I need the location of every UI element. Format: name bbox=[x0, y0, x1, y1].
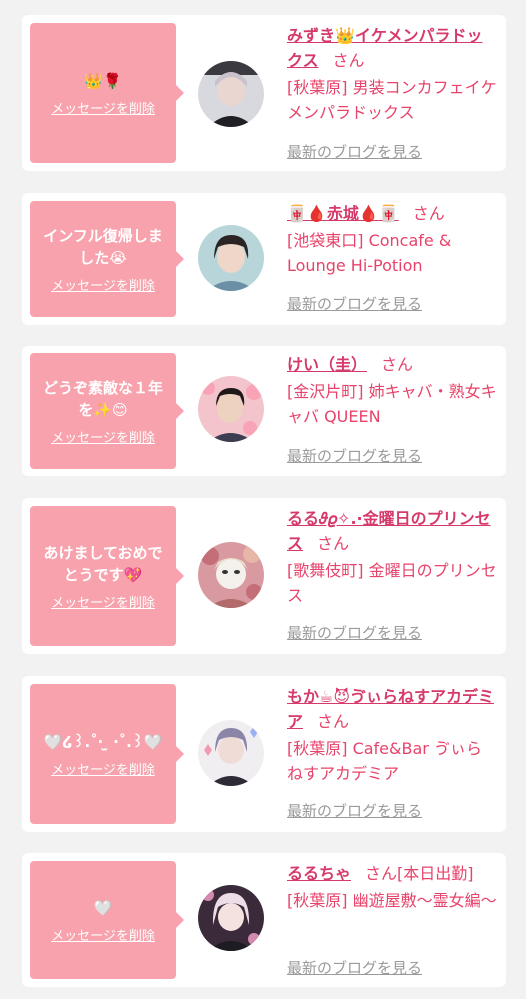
delete-message-link[interactable]: メッセージを削除 bbox=[51, 759, 155, 778]
shop-info: [秋葉原] 男装コンカフェイケメンパラドックス bbox=[287, 78, 497, 122]
message-card: どうぞ素敵な１年を✨😊 メッセージを削除 けい（圭） さん [金沢片町] 姉キャバ… bbox=[22, 346, 506, 476]
latest-blog-link[interactable]: 最新のブログを見る bbox=[287, 800, 422, 821]
avatar-photo-icon bbox=[198, 61, 264, 127]
message-text: インフル復帰しました😭 bbox=[43, 226, 163, 267]
delete-message-link[interactable]: メッセージを削除 bbox=[51, 925, 155, 944]
avatar[interactable] bbox=[198, 542, 264, 608]
message-card: 🤍໒꒱.˚‧ ̫ ‧˚.꒱🤍 メッセージを削除 もか☕😈ゔぃらねすアカデミア さん… bbox=[22, 676, 506, 832]
message-bubble: 👑🌹 メッセージを削除 bbox=[30, 23, 184, 163]
message-card: インフル復帰しました😭 メッセージを削除 🀄🩸赤城🩸🀄 さん [池袋東口] Con… bbox=[22, 193, 506, 325]
cast-name-link[interactable]: るるちゃ bbox=[287, 864, 351, 883]
avatar-photo-icon bbox=[198, 720, 264, 786]
message-bubble: 🤍໒꒱.˚‧ ̫ ‧˚.꒱🤍 メッセージを削除 bbox=[30, 684, 184, 824]
latest-blog-link[interactable]: 最新のブログを見る bbox=[287, 141, 422, 162]
message-bubble: あけましておめでとうです💖 メッセージを削除 bbox=[30, 506, 184, 646]
delete-message-link[interactable]: メッセージを削除 bbox=[51, 592, 155, 611]
honorific: さん bbox=[317, 534, 350, 553]
message-text: 👑🌹 bbox=[84, 71, 122, 90]
message-card: あけましておめでとうです💖 メッセージを削除 るる𝜗𝜚✧.·金曜日のプリンセスさ… bbox=[22, 498, 506, 654]
cast-info: るる𝜗𝜚✧.·金曜日のプリンセス さん [歌舞伎町] 金曜日のプリンセス bbox=[287, 506, 497, 608]
cast-info: るるちゃ さん[本日出勤] [秋葉原] 幽遊屋敷〜霊女編〜 bbox=[287, 861, 497, 913]
avatar-photo-icon bbox=[198, 885, 264, 951]
avatar[interactable] bbox=[198, 376, 264, 442]
message-list: 👑🌹 メッセージを削除 みずき👑イケメンパラドックス さん [秋葉原] 男装コンカ… bbox=[0, 0, 526, 999]
message-card: 🤍 メッセージを削除 るるちゃ さん[本日出勤] [秋葉原] 幽遊屋敷〜霊女編〜 … bbox=[22, 853, 506, 987]
cast-info: けい（圭） さん [金沢片町] 姉キャバ・熟女キャバ QUEEN bbox=[287, 352, 497, 429]
cast-name-link[interactable]: けい（圭） bbox=[287, 355, 367, 374]
message-card: 👑🌹 メッセージを削除 みずき👑イケメンパラドックス さん [秋葉原] 男装コンカ… bbox=[22, 15, 506, 171]
shop-info: [池袋東口] Concafe & Lounge Hi-Potion bbox=[287, 231, 452, 275]
cast-name-link[interactable]: 🀄🩸赤城🩸🀄 bbox=[287, 204, 399, 223]
avatar[interactable] bbox=[198, 720, 264, 786]
latest-blog-link[interactable]: 最新のブログを見る bbox=[287, 622, 422, 643]
cast-info: 🀄🩸赤城🩸🀄 さん [池袋東口] Concafe & Lounge Hi-Poti… bbox=[287, 201, 497, 278]
latest-blog-link[interactable]: 最新のブログを見る bbox=[287, 293, 422, 314]
cast-info: みずき👑イケメンパラドックス さん [秋葉原] 男装コンカフェイケメンパラドックス bbox=[287, 23, 497, 125]
message-text: あけましておめでとうです💖 bbox=[43, 543, 163, 584]
avatar[interactable] bbox=[198, 61, 264, 127]
message-text: 🤍໒꒱.˚‧ ̫ ‧˚.꒱🤍 bbox=[43, 732, 163, 751]
delete-message-link[interactable]: メッセージを削除 bbox=[51, 98, 155, 117]
avatar[interactable] bbox=[198, 885, 264, 951]
message-text: 🤍 bbox=[93, 898, 113, 917]
message-bubble: どうぞ素敵な１年を✨😊 メッセージを削除 bbox=[30, 353, 184, 469]
shop-info: [金沢片町] 姉キャバ・熟女キャバ QUEEN bbox=[287, 382, 497, 426]
message-text: どうぞ素敵な１年を✨😊 bbox=[42, 378, 163, 419]
avatar-photo-icon bbox=[198, 225, 264, 291]
honorific: さん bbox=[381, 355, 414, 374]
delete-message-link[interactable]: メッセージを削除 bbox=[51, 275, 155, 294]
avatar-photo-icon bbox=[198, 542, 264, 608]
delete-message-link[interactable]: メッセージを削除 bbox=[51, 427, 155, 446]
shop-info: [秋葉原] Cafe&Bar ゔぃらねすアカデミア bbox=[287, 739, 482, 783]
avatar-photo-icon bbox=[198, 376, 264, 442]
status-suffix: [本日出勤] bbox=[397, 864, 474, 883]
cast-info: もか☕😈ゔぃらねすアカデミア さん [秋葉原] Cafe&Bar ゔぃらねすアカデ… bbox=[287, 684, 497, 786]
latest-blog-link[interactable]: 最新のブログを見る bbox=[287, 957, 422, 978]
message-bubble: インフル復帰しました😭 メッセージを削除 bbox=[30, 201, 184, 317]
latest-blog-link[interactable]: 最新のブログを見る bbox=[287, 445, 422, 466]
honorific: さん bbox=[365, 864, 398, 883]
honorific: さん bbox=[317, 712, 350, 731]
avatar[interactable] bbox=[198, 225, 264, 291]
message-bubble: 🤍 メッセージを削除 bbox=[30, 861, 184, 979]
honorific: さん bbox=[332, 51, 365, 70]
honorific: さん bbox=[412, 204, 445, 223]
cast-name-link[interactable]: みずき👑イケメンパラドックス bbox=[287, 26, 482, 70]
shop-info: [秋葉原] 幽遊屋敷〜霊女編〜 bbox=[287, 891, 497, 910]
shop-info: [歌舞伎町] 金曜日のプリンセス bbox=[287, 561, 497, 605]
